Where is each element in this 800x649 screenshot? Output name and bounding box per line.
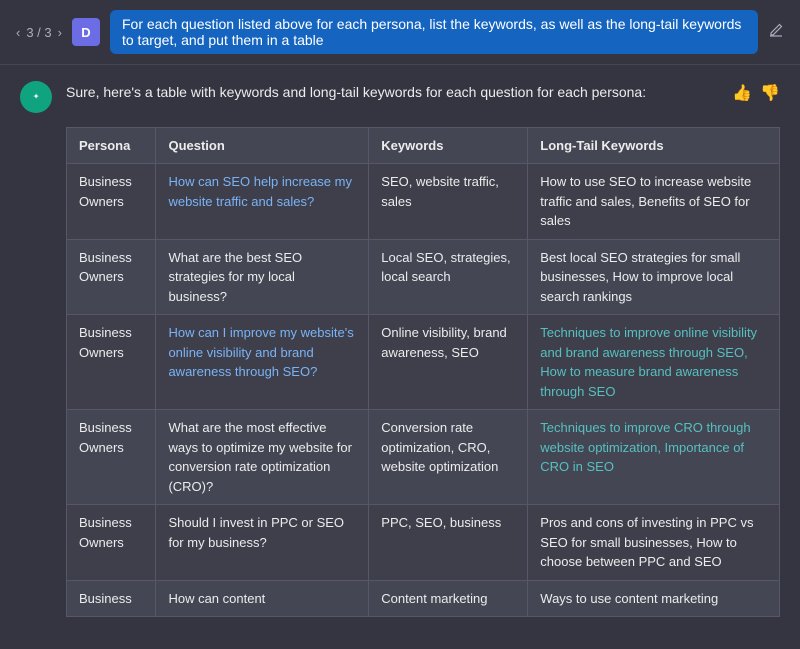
table-row: Business OwnersHow can SEO help increase… [67,164,780,240]
cell-keywords: PPC, SEO, business [369,505,528,581]
table-row: Business OwnersShould I invest in PPC or… [67,505,780,581]
nav-controls: ‹ 3 / 3 › [16,25,62,40]
edit-icon[interactable] [768,22,784,43]
cell-longtail: Best local SEO strategies for small busi… [528,239,780,315]
cell-question: How can SEO help increase my website tra… [156,164,369,240]
cell-persona: Business Owners [67,239,156,315]
cell-keywords: Online visibility, brand awareness, SEO [369,315,528,410]
table-header-row: Persona Question Keywords Long-Tail Keyw… [67,128,780,164]
user-prompt-text: For each question listed above for each … [110,10,758,54]
thumbs-up-icon[interactable]: 👍 [732,83,752,103]
cell-question: How can I improve my website's online vi… [156,315,369,410]
response-area: ✦ Sure, here's a table with keywords and… [0,65,800,633]
cell-longtail: Techniques to improve CRO through websit… [528,410,780,505]
cell-longtail: Ways to use content marketing [528,580,780,617]
response-intro: Sure, here's a table with keywords and l… [66,81,718,103]
svg-text:✦: ✦ [33,92,40,101]
cell-keywords: Local SEO, strategies, local search [369,239,528,315]
feedback-icons: 👍 👎 [732,83,780,103]
cell-question: What are the best SEO strategies for my … [156,239,369,315]
response-header: ✦ Sure, here's a table with keywords and… [20,81,780,113]
thumbs-down-icon[interactable]: 👎 [760,83,780,103]
nav-next-button[interactable]: › [58,25,62,40]
cell-longtail: Techniques to improve online visibility … [528,315,780,410]
col-question: Question [156,128,369,164]
table-row: Business OwnersWhat are the most effecti… [67,410,780,505]
cell-keywords: SEO, website traffic, sales [369,164,528,240]
cell-persona: Business Owners [67,410,156,505]
cell-persona: Business Owners [67,505,156,581]
cell-longtail: Pros and cons of investing in PPC vs SEO… [528,505,780,581]
col-keywords: Keywords [369,128,528,164]
cell-persona: Business Owners [67,315,156,410]
cell-keywords: Content marketing [369,580,528,617]
cell-longtail: How to use SEO to increase website traff… [528,164,780,240]
nav-count: 3 / 3 [26,25,51,40]
col-longtail: Long-Tail Keywords [528,128,780,164]
cell-keywords: Conversion rate optimization, CRO, websi… [369,410,528,505]
col-persona: Persona [67,128,156,164]
table-wrapper: Persona Question Keywords Long-Tail Keyw… [66,127,780,617]
user-avatar: D [72,18,100,46]
table-row: BusinessHow can contentContent marketing… [67,580,780,617]
cell-question: What are the most effective ways to opti… [156,410,369,505]
nav-prev-button[interactable]: ‹ [16,25,20,40]
gpt-avatar: ✦ [20,81,52,113]
cell-question: Should I invest in PPC or SEO for my bus… [156,505,369,581]
cell-question: How can content [156,580,369,617]
keywords-table: Persona Question Keywords Long-Tail Keyw… [66,127,780,617]
top-bar: ‹ 3 / 3 › D For each question listed abo… [0,0,800,65]
table-row: Business OwnersWhat are the best SEO str… [67,239,780,315]
cell-persona: Business [67,580,156,617]
cell-persona: Business Owners [67,164,156,240]
table-row: Business OwnersHow can I improve my webs… [67,315,780,410]
